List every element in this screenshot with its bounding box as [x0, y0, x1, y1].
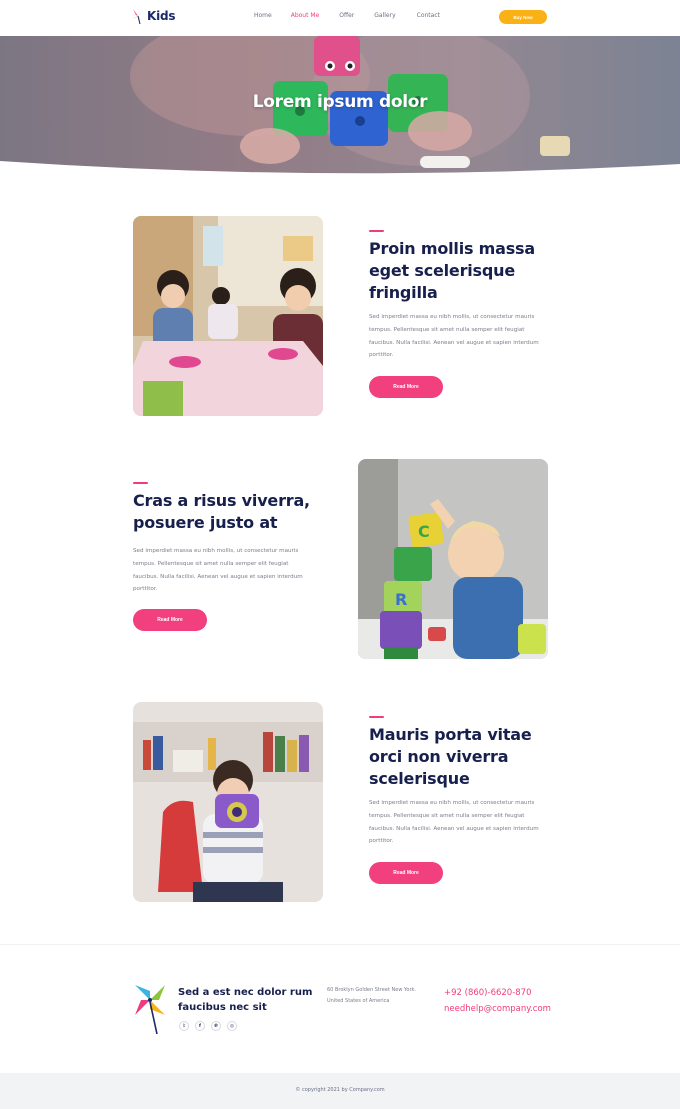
- facebook-icon[interactable]: f: [195, 1021, 205, 1031]
- feature-text-1: Sed imperdiet massa eu nibh mollis, ut c…: [369, 314, 539, 359]
- nav-gallery[interactable]: Gallery: [374, 12, 395, 19]
- footer-tagline: Sed a est nec dolor rum faucibus nec sit: [178, 987, 313, 1013]
- feature-title-1: Proin mollis massa eget scelerisque frin…: [369, 239, 535, 302]
- footer-divider: [0, 944, 680, 945]
- logo[interactable]: Kids: [131, 8, 176, 24]
- svg-text:R: R: [395, 590, 407, 609]
- feature-title-2: Cras a risus viverra, posuere justo at: [133, 491, 310, 532]
- nav-home[interactable]: Home: [254, 12, 272, 19]
- feature-photo-3: [133, 702, 323, 902]
- twitter-icon[interactable]: 𝕥: [179, 1021, 189, 1031]
- phone-link[interactable]: +92 (860)-6620-870: [444, 985, 551, 1001]
- read-more-button-3[interactable]: Read More: [369, 862, 443, 884]
- footer-address: 60 Broklyn Golden Street New York. Unite…: [327, 985, 427, 1007]
- feature-text-3: Sed imperdiet massa eu nibh mollis, ut c…: [369, 800, 539, 845]
- pinwheel-logo-icon: [132, 9, 144, 24]
- svg-text:C: C: [418, 522, 430, 541]
- feature-accent-line-1: [369, 230, 384, 232]
- address-line-1: 60 Broklyn Golden Street New York.: [327, 987, 416, 993]
- nav-about-me[interactable]: About Me: [291, 12, 320, 19]
- hero-banner: Lorem ipsum dolor: [0, 36, 680, 176]
- feature-accent-line-3: [369, 716, 384, 718]
- social-links: 𝕥 f ℗ ◎: [179, 1021, 237, 1031]
- email-link[interactable]: needhelp@company.com: [444, 1001, 551, 1017]
- main-menu: Home About Me Offer Gallery Contact: [248, 12, 440, 19]
- read-more-button-1[interactable]: Read More: [369, 376, 443, 398]
- buy-now-button[interactable]: Buy Now: [499, 10, 547, 24]
- instagram-icon[interactable]: ◎: [227, 1021, 237, 1031]
- children-eating-image: [133, 216, 323, 416]
- nav-offer[interactable]: Offer: [339, 12, 354, 19]
- logo-text: Kids: [147, 9, 176, 23]
- pinwheel-icon: [135, 985, 165, 1035]
- feature-title-3: Mauris porta vitae orci non viverra scel…: [369, 725, 532, 788]
- child-with-toy-camera-image: [133, 702, 323, 902]
- feature-photo-2: C R: [358, 459, 548, 659]
- top-navbar: Kids Home About Me Offer Gallery Contact…: [0, 0, 680, 36]
- feature-photo-1: [133, 216, 323, 416]
- feature-text-2: Sed imperdiet massa eu nibh mollis, ut c…: [133, 548, 303, 593]
- footer-contact: +92 (860)-6620-870 needhelp@company.com: [444, 985, 551, 1017]
- nav-contact[interactable]: Contact: [417, 12, 440, 19]
- bottom-bar: © copyright 2021 by Company.com: [0, 1073, 680, 1109]
- hero-title: Lorem ipsum dolor: [252, 92, 428, 112]
- feature-accent-line-2: [133, 482, 148, 484]
- copyright-text: © copyright 2021 by Company.com: [295, 1087, 385, 1093]
- pinterest-icon[interactable]: ℗: [211, 1021, 221, 1031]
- read-more-button-2[interactable]: Read More: [133, 609, 207, 631]
- child-stacking-blocks-image: C R: [358, 459, 548, 659]
- address-line-2: United States of America: [327, 998, 390, 1004]
